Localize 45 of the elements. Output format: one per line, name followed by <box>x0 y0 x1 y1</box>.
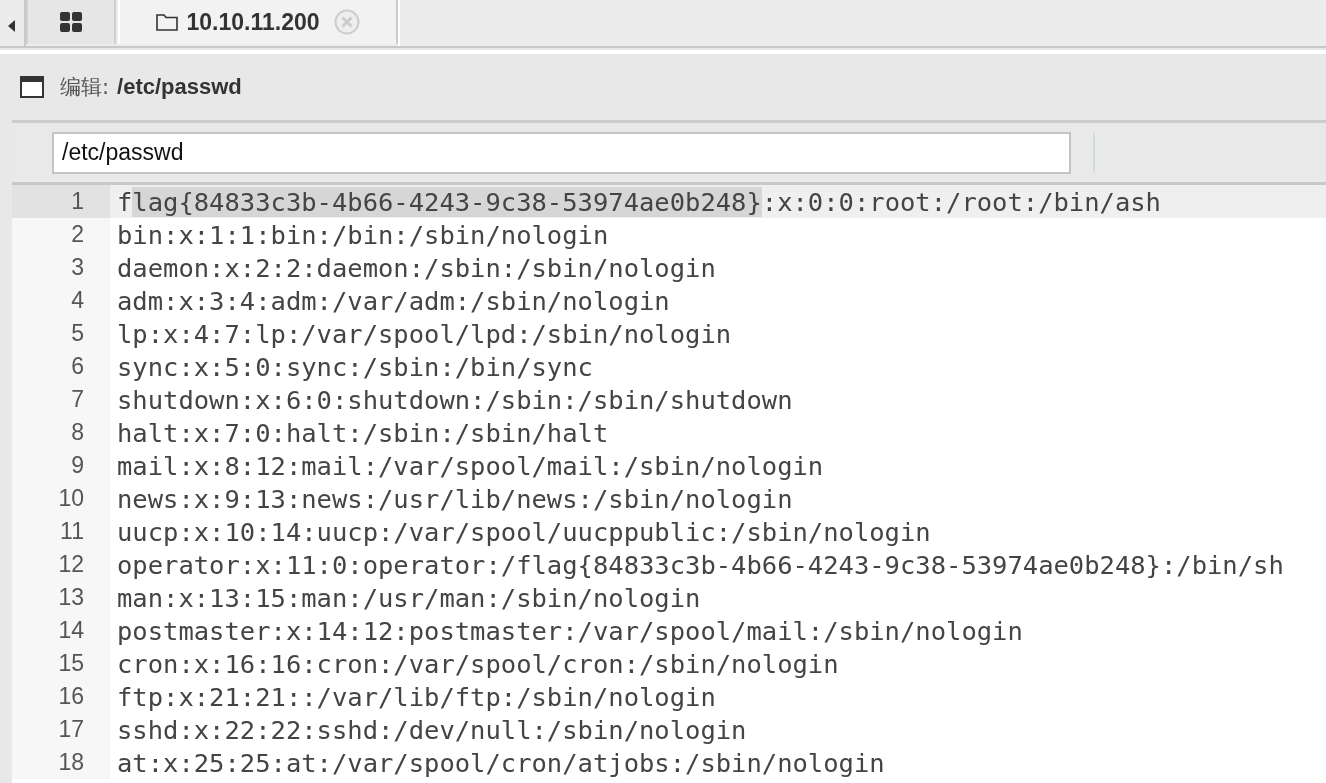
line-number: 5 <box>71 320 84 347</box>
code-line: postmaster:x:14:12:postmaster:/var/spool/mail:/sbin/nologin <box>116 615 1023 646</box>
line-number: 6 <box>71 353 84 380</box>
window-icon <box>20 76 44 98</box>
line-number: 14 <box>58 617 84 644</box>
panel-title-path: /etc/passwd <box>117 74 242 100</box>
line-number: 16 <box>58 683 84 710</box>
code-line: flag{84833c3b-4b66-4243-9c38-53974ae0b248}:x:0:0:root:/root:/bin/ash <box>116 186 1161 217</box>
grid-icon <box>60 12 82 32</box>
code-line: adm:x:3:4:adm:/var/adm:/sbin/nologin <box>116 285 670 316</box>
code-line: uucp:x:10:14:uucp:/var/spool/uucppublic:/sbin/nologin <box>116 516 931 547</box>
line-number: 18 <box>58 749 84 776</box>
tab[interactable] <box>26 0 116 44</box>
line-number: 13 <box>58 584 84 611</box>
code-line: man:x:13:15:man:/usr/man:/sbin/nologin <box>116 582 701 613</box>
panel-title-label: 编辑: <box>60 74 110 101</box>
line-number: 2 <box>71 221 84 248</box>
line-number: 17 <box>58 716 84 743</box>
code-line: lp:x:4:7:lp:/var/spool/lpd:/sbin/nologin <box>116 318 732 349</box>
line-number: 7 <box>71 386 84 413</box>
code-line: halt:x:7:0:halt:/sbin:/sbin/halt <box>116 417 609 448</box>
code-line: at:x:25:25:at:/var/spool/cron/atjobs:/sbin/nologin <box>116 747 885 778</box>
code-line: sync:x:5:0:sync:/sbin:/bin/sync <box>116 351 593 382</box>
code-line: ftp:x:21:21::/var/lib/ftp:/sbin/nologin <box>116 681 716 712</box>
code-line: cron:x:16:16:cron:/var/spool/cron:/sbin/nologin <box>116 648 839 679</box>
code-line: shutdown:x:6:0:shutdown:/sbin:/sbin/shutdown <box>116 384 793 415</box>
tab[interactable]: 10.10.11.200 <box>118 0 398 44</box>
code-line: bin:x:1:1:bin:/bin:/sbin/nologin <box>116 219 609 250</box>
line-number: 9 <box>71 452 84 479</box>
folder-icon <box>156 13 179 31</box>
code-line: operator:x:11:0:operator:/flag{84833c3b-4b66-4243-9c38-53974ae0b248}:/bin/sh <box>116 549 1284 580</box>
code-line: mail:x:8:12:mail:/var/spool/mail:/sbin/nologin <box>116 450 824 481</box>
path-field[interactable]: /etc/passwd <box>52 131 1071 174</box>
line-number: 10 <box>58 485 84 512</box>
code-line: daemon:x:2:2:daemon:/sbin:/sbin/nologin <box>116 252 716 283</box>
line-number: 4 <box>71 287 84 314</box>
code-line: news:x:9:13:news:/usr/lib/news:/sbin/nologin <box>116 483 793 514</box>
line-number: 11 <box>60 518 84 545</box>
line-number: 12 <box>58 551 84 578</box>
line-number: 3 <box>71 254 84 281</box>
line-number: 15 <box>58 650 84 677</box>
line-number: 8 <box>71 419 84 446</box>
code-line: sshd:x:22:22:sshd:/dev/null:/sbin/nologin <box>116 714 747 745</box>
caret-left-icon <box>8 20 16 32</box>
line-number: 1 <box>71 188 84 215</box>
